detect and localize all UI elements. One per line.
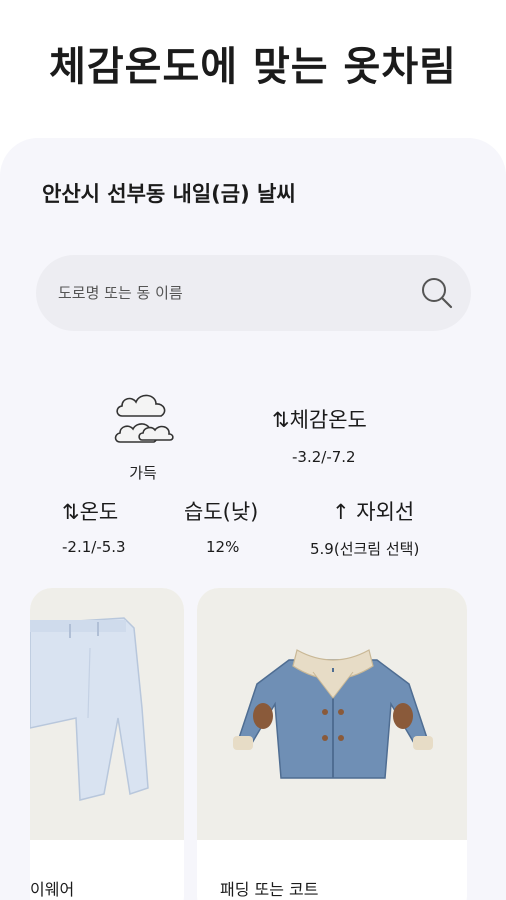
- location-title: 안산시 선부동 내일(금) 날씨: [42, 182, 296, 206]
- clothing-image: [30, 588, 184, 840]
- humidity-label: 습도(낮): [184, 500, 259, 524]
- page-title: 체감온도에 맞는 옷차림: [49, 44, 457, 90]
- clothing-image: [197, 588, 467, 840]
- temperature-label: ⇅온도: [62, 500, 119, 524]
- search-icon[interactable]: [420, 276, 454, 310]
- clothing-card[interactable]: [197, 588, 467, 900]
- uv-value: 5.9(선크림 선택): [310, 540, 420, 558]
- sky-label: 가득: [129, 464, 157, 482]
- cloud-icon: [114, 394, 174, 443]
- clothing-name: 이웨어: [30, 880, 75, 899]
- pants-image: [30, 617, 149, 801]
- search-box[interactable]: [36, 255, 471, 331]
- jacket-image: [233, 649, 433, 779]
- feels-like-value: -3.2/-7.2: [292, 448, 356, 466]
- humidity-value: 12%: [206, 538, 240, 556]
- feels-like-label: ⇅체감온도: [272, 408, 367, 432]
- temperature-value: -2.1/-5.3: [62, 538, 126, 556]
- clothing-card[interactable]: [30, 588, 184, 900]
- uv-label: ↑ 자외선: [332, 500, 415, 524]
- clothing-name: 패딩 또는 코트: [220, 880, 319, 899]
- search-input[interactable]: [58, 279, 398, 307]
